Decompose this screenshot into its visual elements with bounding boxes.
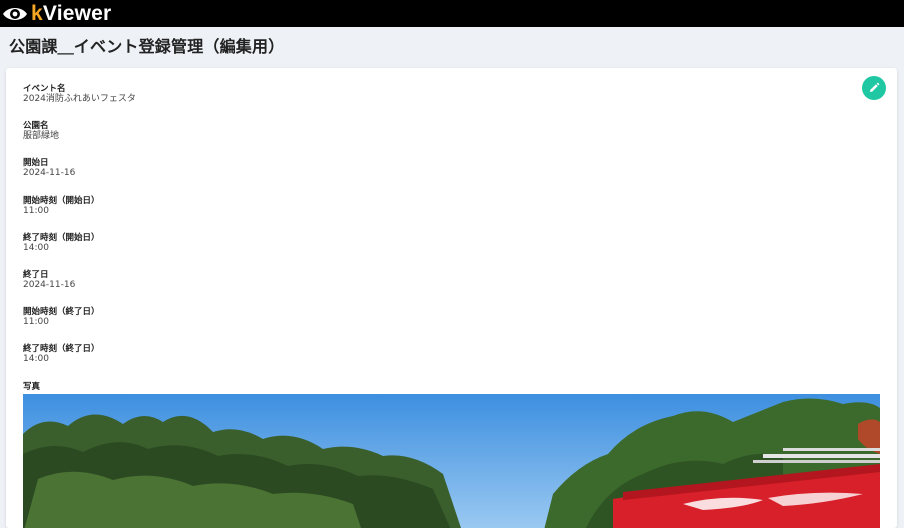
field-start-time-start-day: 開始時刻（開始日） 11:00 xyxy=(23,196,136,233)
top-bar: kViewer xyxy=(0,0,904,27)
app-name-prefix: k xyxy=(31,2,43,25)
photo-label: 写真 xyxy=(23,382,41,392)
field-label: 終了時刻（開始日） xyxy=(23,232,100,243)
field-label: 終了時刻（終了日） xyxy=(23,344,100,355)
field-end-time-end-day: 終了時刻（終了日） 14:00 xyxy=(23,344,136,381)
field-label: 終了日 xyxy=(23,269,49,280)
field-label: イベント名 xyxy=(23,84,66,94)
field-label: 開始時刻（終了日） xyxy=(23,307,100,318)
app-logo[interactable]: kViewer xyxy=(2,0,111,27)
app-name-main: Viewer xyxy=(42,2,112,25)
field-value: 14:00 xyxy=(23,354,49,365)
app-name: kViewer xyxy=(31,0,111,27)
field-list: イベント名 2024消防ふれあいフェスタ 公園名 服部緑地 開始日 2024-1… xyxy=(23,84,136,382)
field-value: 11:00 xyxy=(23,317,49,328)
edit-button[interactable] xyxy=(862,76,886,100)
field-value: 2024-11-16 xyxy=(23,279,76,290)
field-label: 開始時刻（開始日） xyxy=(23,195,100,206)
field-label: 公園名 xyxy=(23,121,49,132)
pencil-icon xyxy=(868,79,880,98)
field-park-name: 公園名 服部緑地 xyxy=(23,121,136,158)
field-start-time-end-day: 開始時刻（終了日） 11:00 xyxy=(23,307,136,344)
field-event-name: イベント名 2024消防ふれあいフェスタ xyxy=(23,84,136,121)
record-card: イベント名 2024消防ふれあいフェスタ 公園名 服部緑地 開始日 2024-1… xyxy=(6,68,897,528)
field-label: 開始日 xyxy=(23,158,49,169)
field-value: 2024消防ふれあいフェスタ xyxy=(23,94,136,104)
field-value: 服部緑地 xyxy=(23,131,60,142)
page-title: 公園課＿イベント登録管理（編集用） xyxy=(9,37,285,56)
field-start-date: 開始日 2024-11-16 xyxy=(23,158,136,195)
field-end-date: 終了日 2024-11-16 xyxy=(23,270,136,307)
field-value: 11:00 xyxy=(23,205,49,216)
eye-icon xyxy=(2,5,28,23)
field-value: 14:00 xyxy=(23,242,49,253)
field-end-time-start-day: 終了時刻（開始日） 14:00 xyxy=(23,233,136,270)
field-value: 2024-11-16 xyxy=(23,168,76,179)
